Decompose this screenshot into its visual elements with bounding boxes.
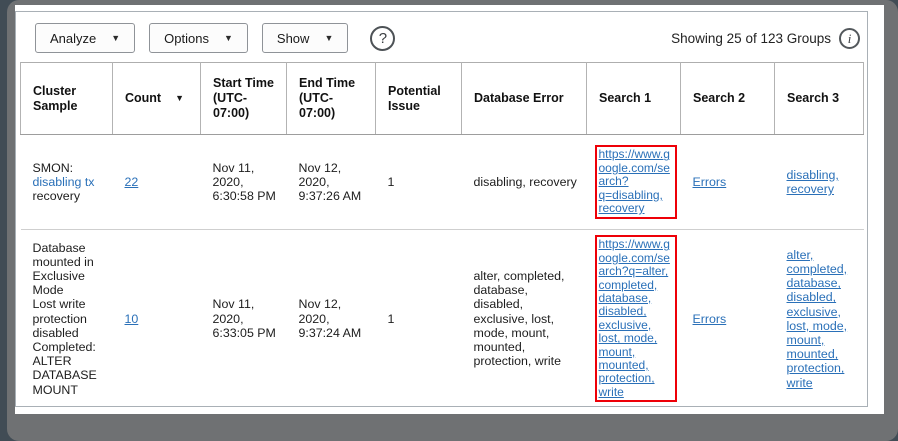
cluster-sample-highlight: disabling tx (32, 174, 95, 189)
search-2-cell: Errors (680, 134, 775, 230)
start-time-cell: Nov 11, 2020, 6:33:05 PM (212, 297, 276, 340)
column-header-search-2: Search 2 (680, 62, 775, 135)
window-gutter: Analyze ▼ Options ▼ Show ▼ ? Showing 25 … (7, 0, 898, 441)
search-3-cell: alter, completed, database, disabled, ex… (775, 230, 864, 407)
search-3-cell: disabling, recovery (774, 134, 864, 230)
column-header-start-time: Start Time (UTC-07:00) (200, 62, 287, 135)
search-3-link[interactable]: disabling, recovery (787, 168, 839, 196)
content-sheet: Analyze ▼ Options ▼ Show ▼ ? Showing 25 … (15, 5, 884, 414)
cluster-sample-cell: SMON: disabling tx recovery (20, 134, 113, 230)
column-header-count[interactable]: Count ▼ (112, 62, 201, 135)
analyze-button-label: Analyze (50, 30, 97, 46)
column-header-cluster-sample: Cluster Sample (20, 62, 113, 135)
options-button[interactable]: Options ▼ (149, 23, 248, 53)
chevron-down-icon: ▼ (324, 32, 334, 43)
cluster-sample-text: Database mounted in Exclusive Mode (32, 240, 94, 298)
search-2-link[interactable]: Errors (693, 175, 727, 189)
showing-groups: Showing 25 of 123 Groups i (671, 28, 860, 49)
search-3-link[interactable]: alter, completed, database, disabled, ex… (787, 248, 848, 390)
red-annotation-box: https://www.google.com/search?q=disablin… (594, 145, 677, 219)
cluster-sample-text: recovery (32, 189, 81, 204)
chevron-down-icon: ▼ (223, 32, 233, 43)
toolbar-button-row: Analyze ▼ Options ▼ Show ▼ ? (35, 23, 396, 53)
sort-descending-icon[interactable]: ▼ (175, 93, 184, 104)
count-cell: 10 (113, 230, 201, 407)
cluster-sample-cell: Database mounted in Exclusive Mode Lost … (21, 230, 113, 407)
show-button-label: Show (276, 30, 310, 46)
chevron-down-icon: ▼ (111, 32, 121, 43)
toolbar: Analyze ▼ Options ▼ Show ▼ ? Showing 25 … (16, 12, 867, 62)
potential-issue-cell: 1 (387, 311, 395, 326)
column-header-potential-issue: Potential Issue (375, 62, 462, 135)
search-2-cell: Errors (681, 230, 775, 407)
search-1-link[interactable]: https://www.google.com/search?q=disablin… (599, 147, 670, 215)
potential-issue-cell: 1 (375, 134, 462, 230)
showing-groups-label: Showing 25 of 123 Groups (671, 31, 831, 46)
database-error-cell: alter, completed, database, disabled, ex… (473, 269, 565, 369)
count-link[interactable]: 22 (125, 175, 139, 189)
main-panel: Analyze ▼ Options ▼ Show ▼ ? Showing 25 … (15, 11, 868, 407)
end-time-cell: Nov 12, 2020, 9:37:26 AM (286, 134, 376, 230)
table-row: SMON: disabling tx recovery 22 Nov 11, 2… (20, 134, 864, 230)
column-header-search-3: Search 3 (774, 62, 864, 135)
cluster-sample-text: Lost write protection disabled (32, 297, 87, 340)
search-2-link[interactable]: Errors (693, 312, 727, 326)
count-cell: 22 (112, 134, 201, 230)
red-annotation-box: https://www.google.com/search?q=alter, c… (594, 235, 677, 403)
help-icon[interactable]: ? (370, 25, 396, 51)
table-row: Database mounted in Exclusive Mode Lost … (21, 230, 864, 407)
info-icon[interactable]: i (839, 28, 860, 49)
start-time-cell: Nov 11, 2020, 6:30:58 PM (200, 134, 287, 230)
search-1-cell: https://www.google.com/search?q=disablin… (586, 134, 681, 230)
options-button-label: Options (164, 30, 209, 46)
results-table: Cluster Sample Count ▼ Start Time (UTC-0… (20, 62, 864, 407)
end-time-cell: Nov 12, 2020, 9:37:24 AM (298, 297, 362, 340)
database-error-cell: disabling, recovery (461, 134, 587, 230)
cluster-sample-text: SMON: (32, 160, 74, 175)
column-header-end-time: End Time (UTC-07:00) (286, 62, 376, 135)
cluster-sample-text: Completed: ALTER DATABASE MOUNT (32, 340, 97, 397)
table-header-row: Cluster Sample Count ▼ Start Time (UTC-0… (20, 62, 864, 135)
column-header-search-1: Search 1 (586, 62, 681, 135)
search-1-link[interactable]: https://www.google.com/search?q=alter, c… (599, 237, 670, 399)
count-header-label: Count (125, 91, 162, 106)
count-link[interactable]: 10 (125, 312, 139, 326)
analyze-button[interactable]: Analyze ▼ (35, 23, 136, 53)
column-header-database-error: Database Error (461, 62, 587, 135)
show-button[interactable]: Show ▼ (261, 23, 349, 53)
search-1-cell: https://www.google.com/search?q=alter, c… (587, 230, 681, 407)
